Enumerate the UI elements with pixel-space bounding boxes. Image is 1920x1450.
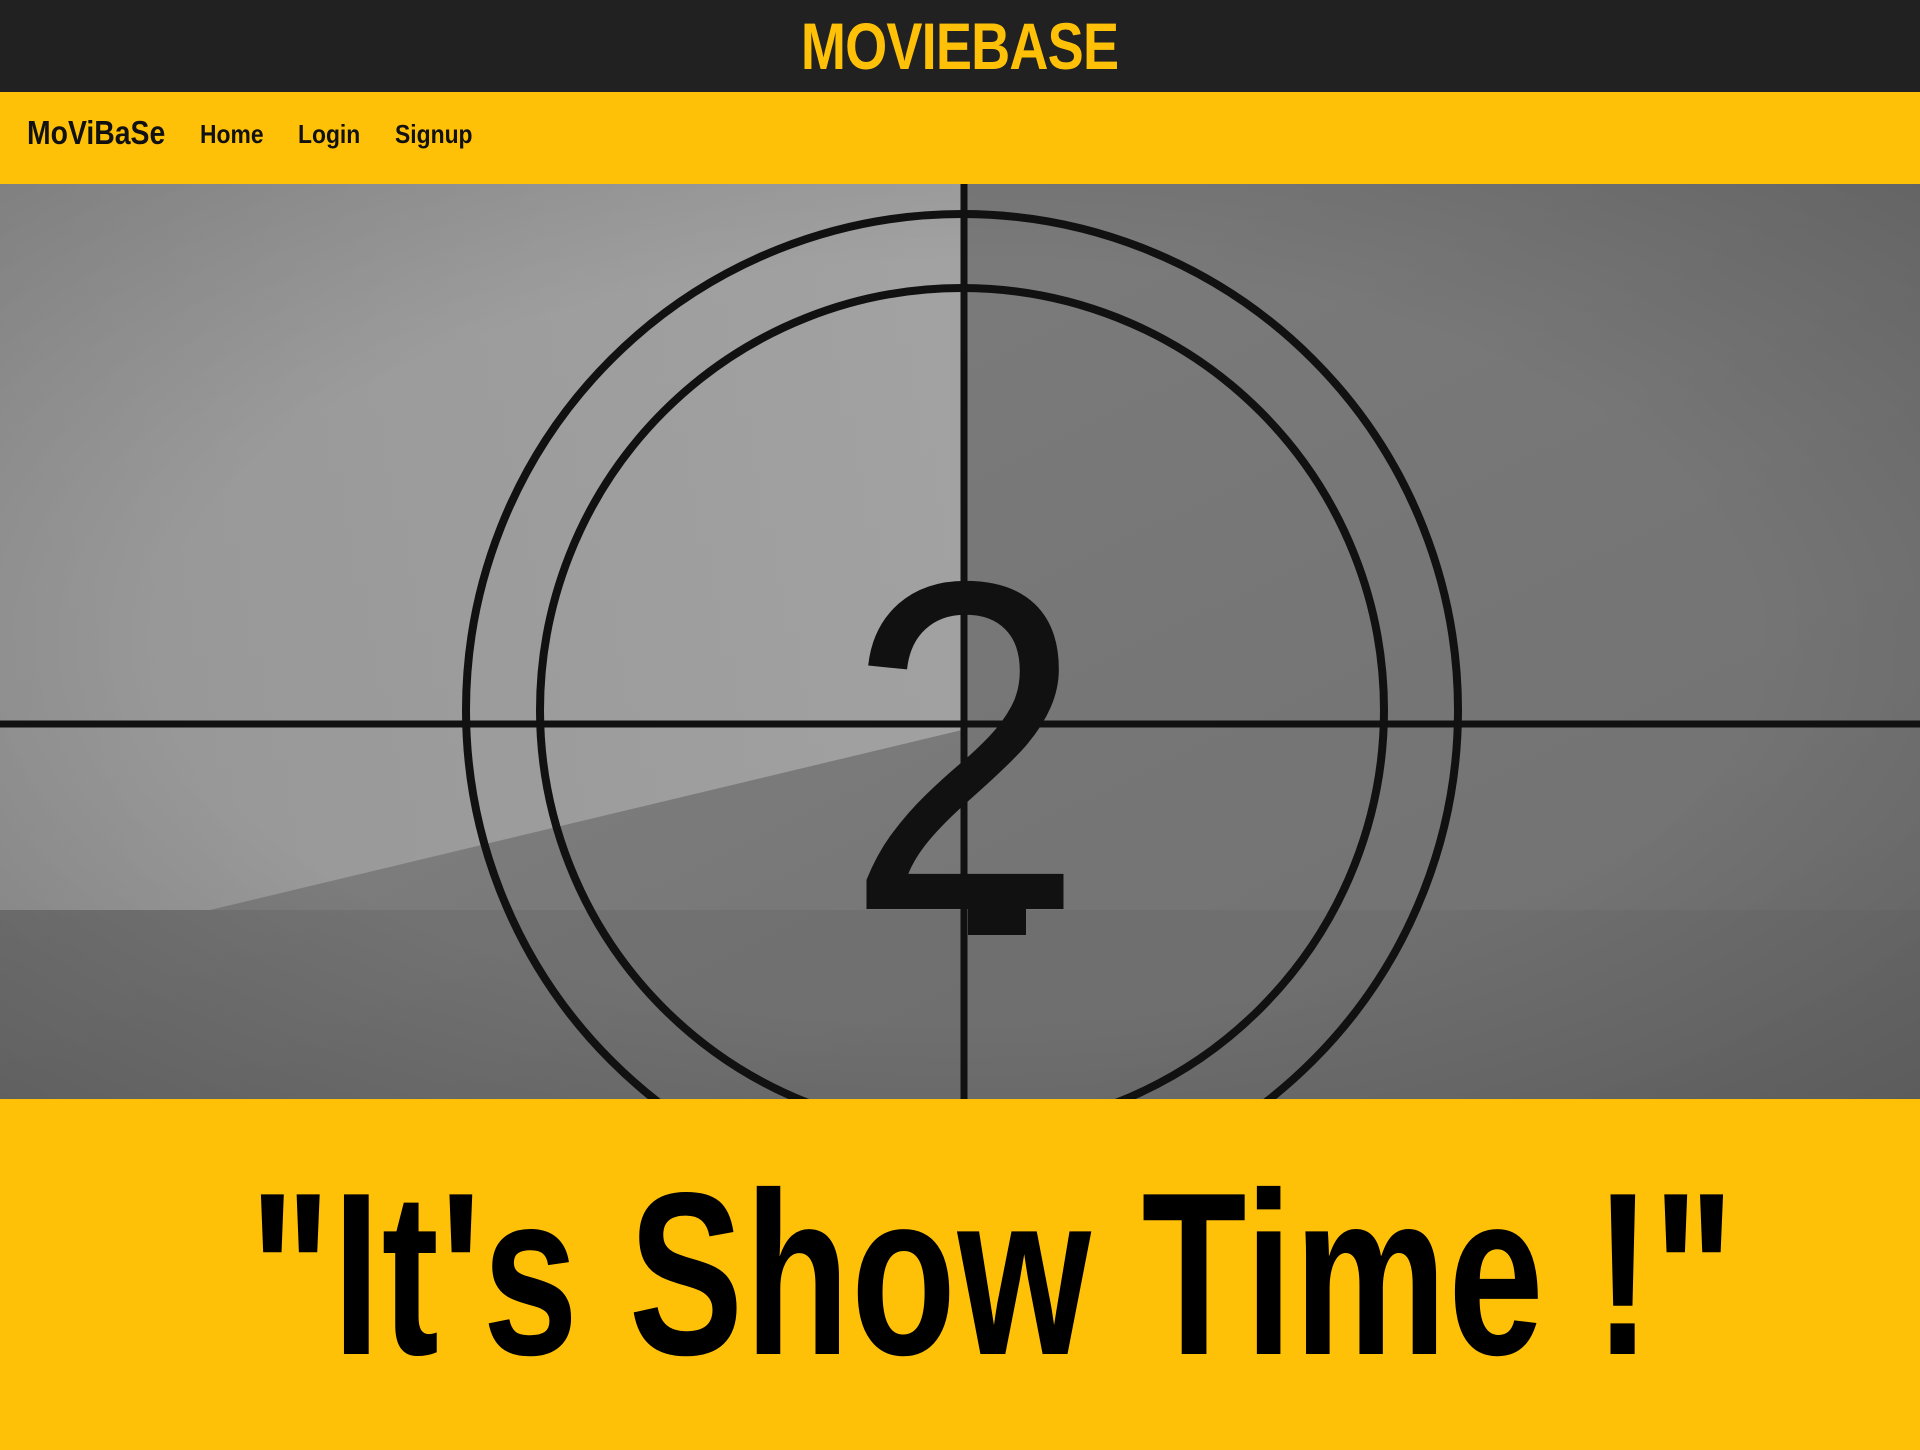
slogan-banner: "It's Show Time !" — [0, 1099, 1920, 1450]
nav-link-login[interactable]: Login — [298, 119, 360, 150]
nav-link-home[interactable]: Home — [200, 119, 264, 150]
nav-links: Home Login Signup — [200, 119, 509, 150]
nav-link-signup[interactable]: Signup — [395, 119, 473, 150]
site-title: MOVIEBASE — [801, 9, 1119, 83]
slogan-text: "It's Show Time !" — [249, 1145, 1736, 1404]
hero-countdown-image: 2 — [0, 184, 1920, 1099]
countdown-number: 2 — [845, 483, 1085, 1009]
site-header: MOVIEBASE — [0, 0, 1920, 92]
navbar-brand[interactable]: MoViBaSe — [27, 114, 165, 152]
film-countdown-icon: 2 — [0, 184, 1920, 1099]
navbar: MoViBaSe Home Login Signup — [0, 92, 1920, 184]
